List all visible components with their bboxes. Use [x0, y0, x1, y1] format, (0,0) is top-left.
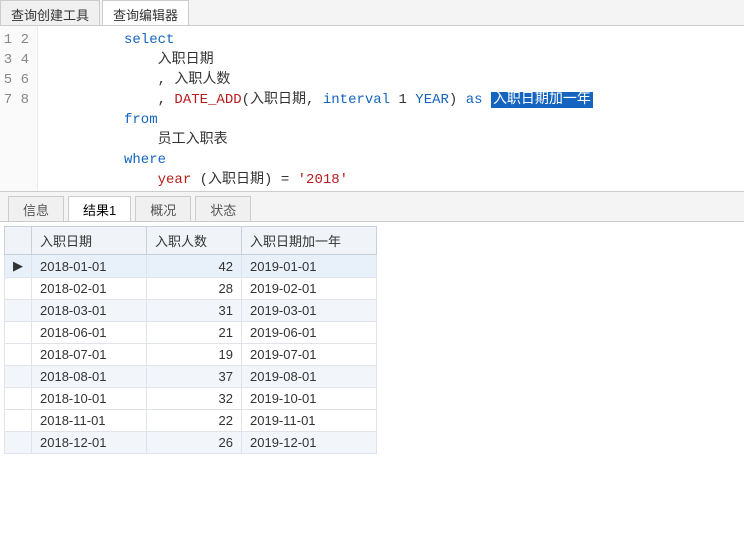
line-gutter: 1 2 3 4 5 6 7 8: [0, 26, 38, 191]
table-row[interactable]: 2018-03-01312019-03-01: [5, 300, 377, 322]
cell-hiredate[interactable]: 2018-12-01: [32, 432, 147, 454]
sql-editor[interactable]: 1 2 3 4 5 6 7 8 select 入职日期 , 入职人数 , DAT…: [0, 26, 744, 192]
tab-info[interactable]: 信息: [8, 196, 64, 221]
cell-hiredate[interactable]: 2018-06-01: [32, 322, 147, 344]
cell-nextyear[interactable]: 2019-08-01: [242, 366, 377, 388]
table-row[interactable]: 2018-10-01322019-10-01: [5, 388, 377, 410]
table-row[interactable]: 2018-08-01372019-08-01: [5, 366, 377, 388]
tab-query-editor[interactable]: 查询编辑器: [102, 0, 189, 25]
cell-nextyear[interactable]: 2019-07-01: [242, 344, 377, 366]
cell-nextyear[interactable]: 2019-10-01: [242, 388, 377, 410]
tab-profile[interactable]: 概况: [135, 196, 191, 221]
table-row[interactable]: 2018-12-01262019-12-01: [5, 432, 377, 454]
result-grid[interactable]: 入职日期 入职人数 入职日期加一年 ▶2018-01-01422019-01-0…: [4, 226, 377, 454]
cell-nextyear[interactable]: 2019-12-01: [242, 432, 377, 454]
cell-count[interactable]: 42: [147, 255, 242, 278]
cell-count[interactable]: 28: [147, 278, 242, 300]
cell-hiredate[interactable]: 2018-02-01: [32, 278, 147, 300]
row-marker: [5, 388, 32, 410]
cell-count[interactable]: 32: [147, 388, 242, 410]
col-header-count[interactable]: 入职人数: [147, 227, 242, 255]
row-marker: [5, 278, 32, 300]
col-header-hiredate[interactable]: 入职日期: [32, 227, 147, 255]
cell-nextyear[interactable]: 2019-02-01: [242, 278, 377, 300]
table-row[interactable]: 2018-07-01192019-07-01: [5, 344, 377, 366]
cell-nextyear[interactable]: 2019-01-01: [242, 255, 377, 278]
tab-result1[interactable]: 结果1: [68, 196, 131, 221]
cell-count[interactable]: 22: [147, 410, 242, 432]
row-marker: [5, 300, 32, 322]
cell-count[interactable]: 31: [147, 300, 242, 322]
tab-status[interactable]: 状态: [195, 196, 251, 221]
row-marker: ▶: [5, 255, 32, 278]
table-row[interactable]: 2018-06-01212019-06-01: [5, 322, 377, 344]
cell-count[interactable]: 21: [147, 322, 242, 344]
row-marker: [5, 410, 32, 432]
table-row[interactable]: ▶2018-01-01422019-01-01: [5, 255, 377, 278]
row-marker-header: [5, 227, 32, 255]
row-marker: [5, 432, 32, 454]
table-row[interactable]: 2018-11-01222019-11-01: [5, 410, 377, 432]
cell-nextyear[interactable]: 2019-06-01: [242, 322, 377, 344]
row-marker: [5, 366, 32, 388]
selected-alias: 入职日期加一年: [491, 92, 593, 108]
col-header-nextyear[interactable]: 入职日期加一年: [242, 227, 377, 255]
cell-hiredate[interactable]: 2018-08-01: [32, 366, 147, 388]
cell-nextyear[interactable]: 2019-03-01: [242, 300, 377, 322]
cell-nextyear[interactable]: 2019-11-01: [242, 410, 377, 432]
cell-hiredate[interactable]: 2018-11-01: [32, 410, 147, 432]
cell-hiredate[interactable]: 2018-01-01: [32, 255, 147, 278]
row-marker: [5, 322, 32, 344]
table-row[interactable]: 2018-02-01282019-02-01: [5, 278, 377, 300]
cell-count[interactable]: 37: [147, 366, 242, 388]
cell-hiredate[interactable]: 2018-03-01: [32, 300, 147, 322]
sql-code[interactable]: select 入职日期 , 入职人数 , DATE_ADD(入职日期, inte…: [38, 26, 744, 191]
cell-hiredate[interactable]: 2018-07-01: [32, 344, 147, 366]
cell-hiredate[interactable]: 2018-10-01: [32, 388, 147, 410]
tab-query-build-tool[interactable]: 查询创建工具: [0, 0, 100, 25]
row-marker: [5, 344, 32, 366]
cell-count[interactable]: 26: [147, 432, 242, 454]
top-tabs: 查询创建工具 查询编辑器: [0, 0, 744, 26]
result-tabs: 信息 结果1 概况 状态: [0, 192, 744, 222]
cell-count[interactable]: 19: [147, 344, 242, 366]
